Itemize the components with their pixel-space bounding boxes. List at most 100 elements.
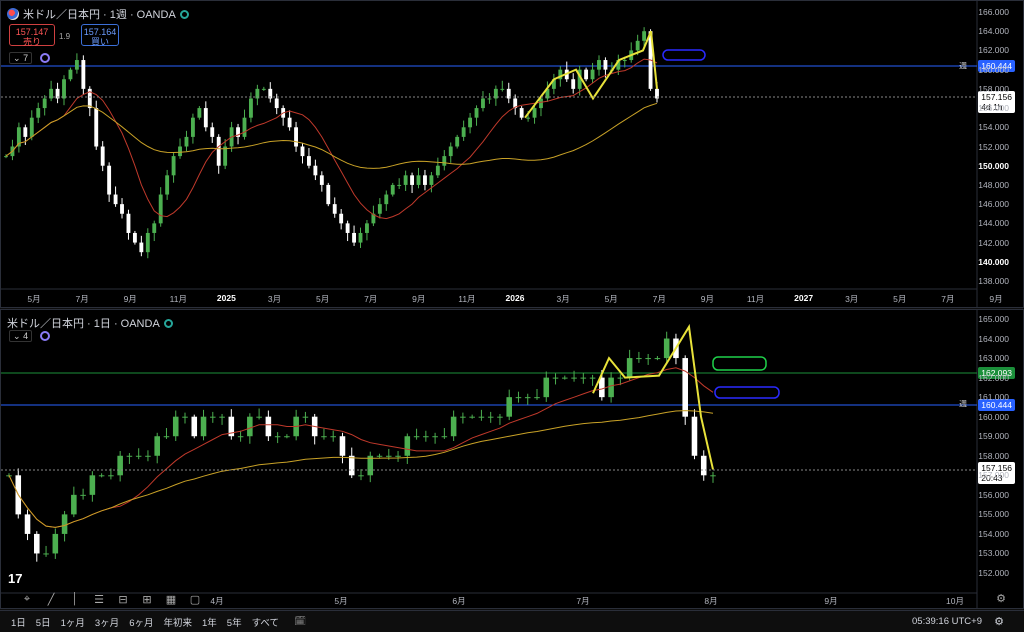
time-tick: 7月 <box>364 294 378 304</box>
timeframe-4[interactable]: 6ヶ月 <box>124 615 158 629</box>
candle-body <box>242 117 247 137</box>
timeframe-1[interactable]: 5日 <box>31 615 56 629</box>
indicator-toggle-daily[interactable]: ⌄ 4 <box>9 330 33 342</box>
timeframe-0[interactable]: 1日 <box>6 615 31 629</box>
time-tick: 9月 <box>123 294 137 304</box>
price-tick: 154.000 <box>978 122 1009 133</box>
candle-body <box>247 416 253 437</box>
fib-icon[interactable]: ☰ <box>90 593 108 606</box>
timeframe-3[interactable]: 3ヶ月 <box>90 615 124 629</box>
vertical-line-icon[interactable]: │ <box>66 593 84 605</box>
time-tick: 5月 <box>604 294 618 304</box>
clock[interactable]: 05:39:16 UTC+9 <box>912 616 982 627</box>
sell-label: 売り <box>22 37 41 47</box>
candle-body <box>163 436 170 438</box>
candle-body <box>223 146 228 166</box>
timeframe-8[interactable]: すべて <box>247 615 284 629</box>
candle-body <box>700 455 707 476</box>
spread-value: 1.9 <box>59 32 71 41</box>
candle-body <box>423 436 429 438</box>
alert-box-blue <box>662 49 706 61</box>
channel-icon[interactable]: ⊞ <box>138 593 156 606</box>
grid-icon[interactable]: ▦ <box>162 593 180 606</box>
timeframe-5[interactable]: 年初来 <box>158 615 197 629</box>
candle-body <box>158 194 163 224</box>
candle-body <box>622 60 627 62</box>
time-tick: 5月 <box>893 294 907 304</box>
weekly-chart-canvas[interactable] <box>1 1 1024 308</box>
price-tick: 163.000 <box>978 353 1009 364</box>
candle-body <box>274 98 279 109</box>
trendline-icon[interactable]: ╱ <box>42 593 60 606</box>
sell-button[interactable]: 157.147 売り <box>9 24 55 47</box>
crosshair-icon[interactable]: ⌖ <box>18 593 36 606</box>
candle-body <box>635 40 640 51</box>
candle-body <box>113 194 118 205</box>
candle-body <box>526 117 531 119</box>
candle-body <box>682 358 688 417</box>
timeframe-6[interactable]: 1年 <box>197 615 222 629</box>
rectangle-icon[interactable]: ▢ <box>186 593 204 606</box>
time-tick: 3月 <box>845 294 859 304</box>
time-tick: 3月 <box>267 294 282 304</box>
weekly-chart-pane[interactable]: 米ドル／日本円 · 1週 · OANDA 157.147 売り 1.9 157.… <box>0 0 1024 308</box>
time-tick: 7月 <box>75 294 89 304</box>
candle-body <box>376 455 383 457</box>
candle-body <box>435 165 440 176</box>
candle-body <box>562 377 568 379</box>
timeframe-2[interactable]: 1ヶ月 <box>56 615 90 629</box>
price-tick: 164.000 <box>978 333 1009 344</box>
candle-body <box>182 416 188 418</box>
candle-body <box>294 127 298 147</box>
symbol-title: 米ドル／日本円 · 1週 · OANDA <box>23 9 176 21</box>
price-tick: 165.000 <box>978 314 1009 324</box>
price-tick: 166.000 <box>978 7 1009 17</box>
candle-body <box>663 338 670 359</box>
buy-label: 買い <box>90 37 109 47</box>
indicator-settings-icon[interactable] <box>40 331 50 341</box>
candle-body <box>365 223 369 233</box>
time-tick: 9月 <box>824 596 838 606</box>
candle-body <box>117 455 123 476</box>
alert-box-green <box>712 356 767 371</box>
candle-body <box>691 416 698 456</box>
symbol-header-daily[interactable]: 米ドル／日本円 · 1日 · OANDA <box>7 315 173 331</box>
symbol-header[interactable]: 米ドル／日本円 · 1週 · OANDA <box>7 6 189 22</box>
candle-body <box>348 455 355 476</box>
candle-body <box>358 475 364 477</box>
buy-button[interactable]: 157.164 買い <box>81 24 119 47</box>
pitchfork-icon[interactable]: ⊟ <box>114 593 132 606</box>
axis-settings-icon[interactable]: ⚙ <box>996 592 1006 605</box>
candle-body <box>352 232 356 243</box>
chevron-down-icon: ⌄ <box>13 331 21 341</box>
candle-body <box>154 436 160 456</box>
price-tick: 161.000 <box>978 392 1009 403</box>
tradingview-logo[interactable]: 17 <box>8 571 22 586</box>
price-tick: 164.000 <box>978 26 1009 37</box>
daily-chart-pane[interactable]: 米ドル／日本円 · 1日 · OANDA ⌄ 4 162.093 週 160.4… <box>0 309 1024 609</box>
price-tick: 144.000 <box>978 218 1009 229</box>
candle-body <box>178 146 182 157</box>
candle-body <box>120 204 124 214</box>
candle-body <box>200 416 207 437</box>
candle-body <box>534 397 540 399</box>
price-tick: 158.000 <box>978 450 1009 461</box>
candle-body <box>589 377 596 379</box>
candle-body <box>107 165 112 195</box>
calendar-icon[interactable]: 🗓 <box>294 616 306 627</box>
candle-body <box>474 108 479 118</box>
timeframe-7[interactable]: 5年 <box>222 615 247 629</box>
price-tick: 159.000 <box>978 431 1009 442</box>
chevron-down-icon: ⌄ <box>13 53 21 63</box>
candle-body <box>397 184 402 186</box>
daily-chart-canvas[interactable] <box>1 310 1024 609</box>
indicator-settings-icon[interactable] <box>40 53 50 63</box>
gear-icon[interactable]: ⚙ <box>994 615 1004 628</box>
candle-body <box>416 175 421 185</box>
candle-body <box>248 98 253 118</box>
price-tick: 148.000 <box>978 179 1009 190</box>
candle-body <box>274 436 281 438</box>
candle-body <box>98 475 105 477</box>
time-tick: 4月 <box>210 596 224 606</box>
indicator-toggle[interactable]: ⌄ 7 <box>9 52 33 64</box>
